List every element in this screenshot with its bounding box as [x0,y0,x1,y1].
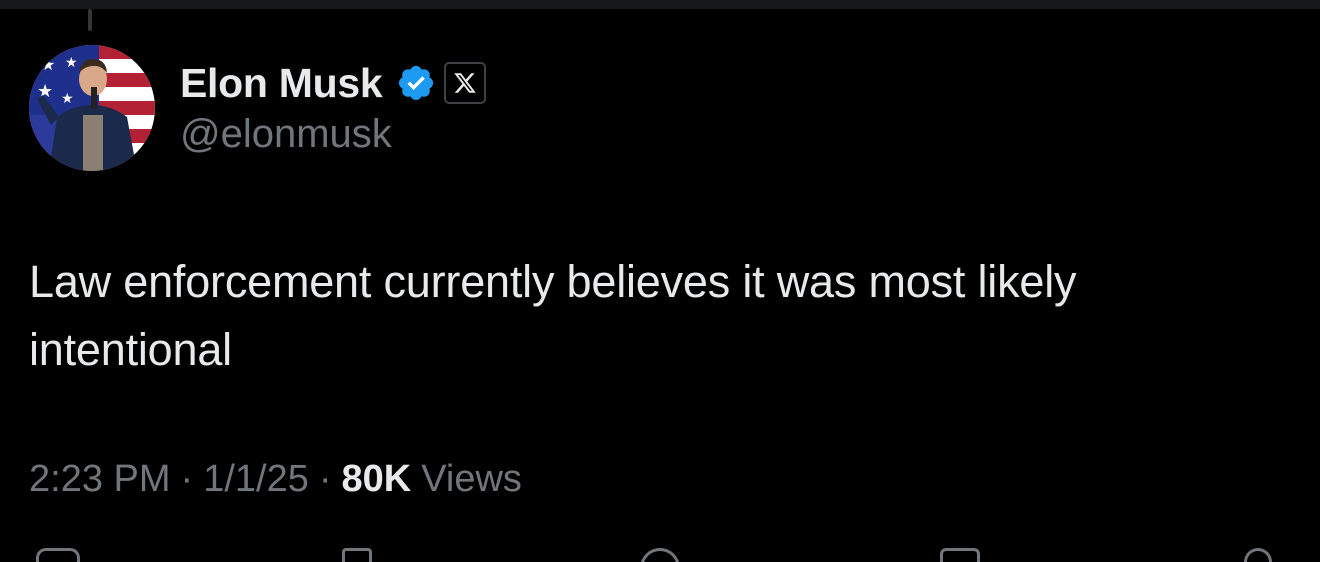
svg-text:★: ★ [65,55,78,71]
avatar-image: ★ ★ ★ ★ [29,45,155,171]
share-icon[interactable] [1244,548,1272,562]
views-count[interactable]: 80K [342,458,412,501]
tweet-text: Law enforcement currently believes it wa… [29,256,1077,375]
meta-separator: · [318,458,332,500]
meta-separator: · [180,458,194,500]
author-name-row: Elon Musk [180,58,487,108]
tweet-time[interactable]: 2:23 PM [29,458,171,501]
x-logo-icon[interactable] [444,62,487,104]
author-handle[interactable]: @elonmusk [180,112,392,157]
retweet-icon[interactable] [342,548,372,562]
svg-text:★: ★ [41,55,55,74]
like-icon[interactable] [640,548,680,562]
reply-icon[interactable] [36,548,80,562]
views-label: Views [421,458,522,500]
thread-connector-line [88,9,92,31]
tweet-date[interactable]: 1/1/25 [203,458,309,501]
avatar[interactable]: ★ ★ ★ ★ [29,45,155,171]
tweet-meta: 2:23 PM · 1/1/25 · 80K Views [29,458,522,501]
verified-badge-icon[interactable] [396,63,436,103]
author-display-name[interactable]: Elon Musk [180,60,383,107]
svg-text:★: ★ [61,91,74,107]
top-divider [0,0,1320,9]
bookmark-icon[interactable] [940,548,980,562]
